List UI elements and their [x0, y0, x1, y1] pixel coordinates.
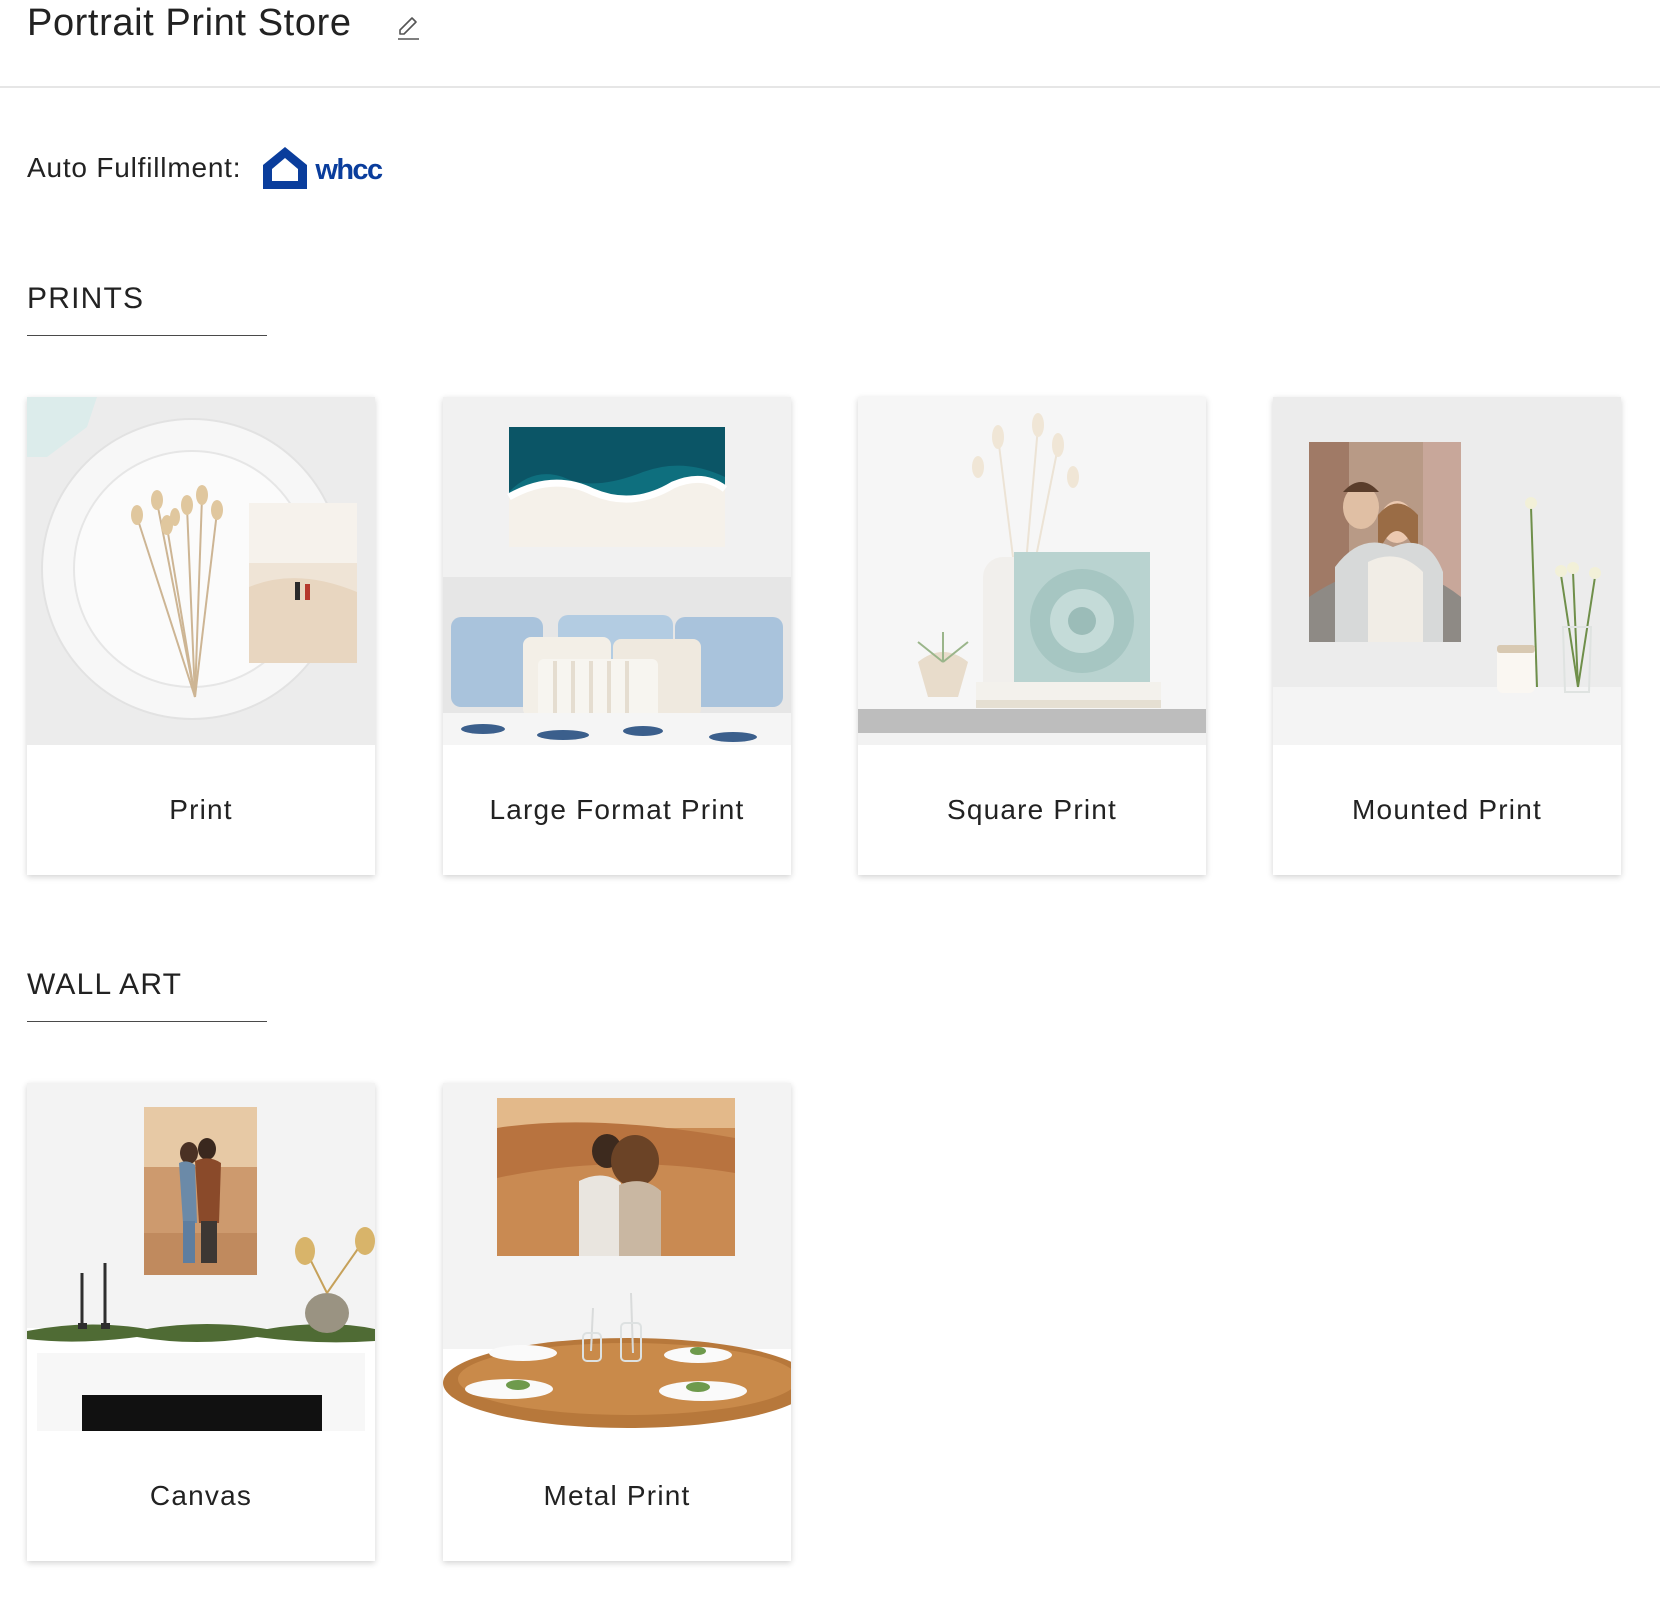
product-image-mounted-print — [1273, 397, 1621, 745]
product-card-square-print[interactable]: Square Print — [858, 397, 1206, 875]
product-image-print — [27, 397, 375, 745]
product-label: Large Format Print — [489, 794, 745, 825]
product-label: Metal Print — [543, 1480, 691, 1511]
page-title: Portrait Print Store — [27, 2, 352, 44]
section-heading-prints: PRINTS — [27, 282, 145, 315]
product-label: Canvas — [149, 1480, 253, 1511]
product-label: Mounted Print — [1352, 794, 1542, 825]
product-image-large-format-print — [443, 397, 791, 745]
whcc-logo-text: whcc — [315, 153, 383, 186]
house-icon — [263, 147, 308, 189]
product-label: Print — [169, 794, 233, 825]
auto-fulfillment: Auto Fulfillment: whcc — [27, 143, 383, 193]
fulfillment-label: Auto Fulfillment: — [27, 152, 242, 183]
product-card-print[interactable]: Print — [27, 397, 375, 875]
whcc-logo: whcc — [261, 145, 383, 191]
product-image-metal-print — [443, 1083, 791, 1431]
product-card-large-format-print[interactable]: Large Format Print — [443, 397, 791, 875]
section-divider — [27, 1021, 267, 1022]
product-label: Square Print — [946, 794, 1118, 825]
product-card-metal-print[interactable]: Metal Print — [443, 1083, 791, 1561]
product-image-square-print — [858, 397, 1206, 745]
product-card-canvas[interactable]: Canvas — [27, 1083, 375, 1561]
section-heading-wall-art: WALL ART — [27, 968, 183, 1001]
product-image-canvas — [27, 1083, 375, 1431]
page-header: Portrait Print Store — [0, 0, 1660, 88]
section-divider — [27, 335, 267, 336]
edit-title-button[interactable] — [395, 12, 423, 42]
product-card-mounted-print[interactable]: Mounted Print — [1273, 397, 1621, 875]
pencil-icon — [398, 17, 419, 40]
